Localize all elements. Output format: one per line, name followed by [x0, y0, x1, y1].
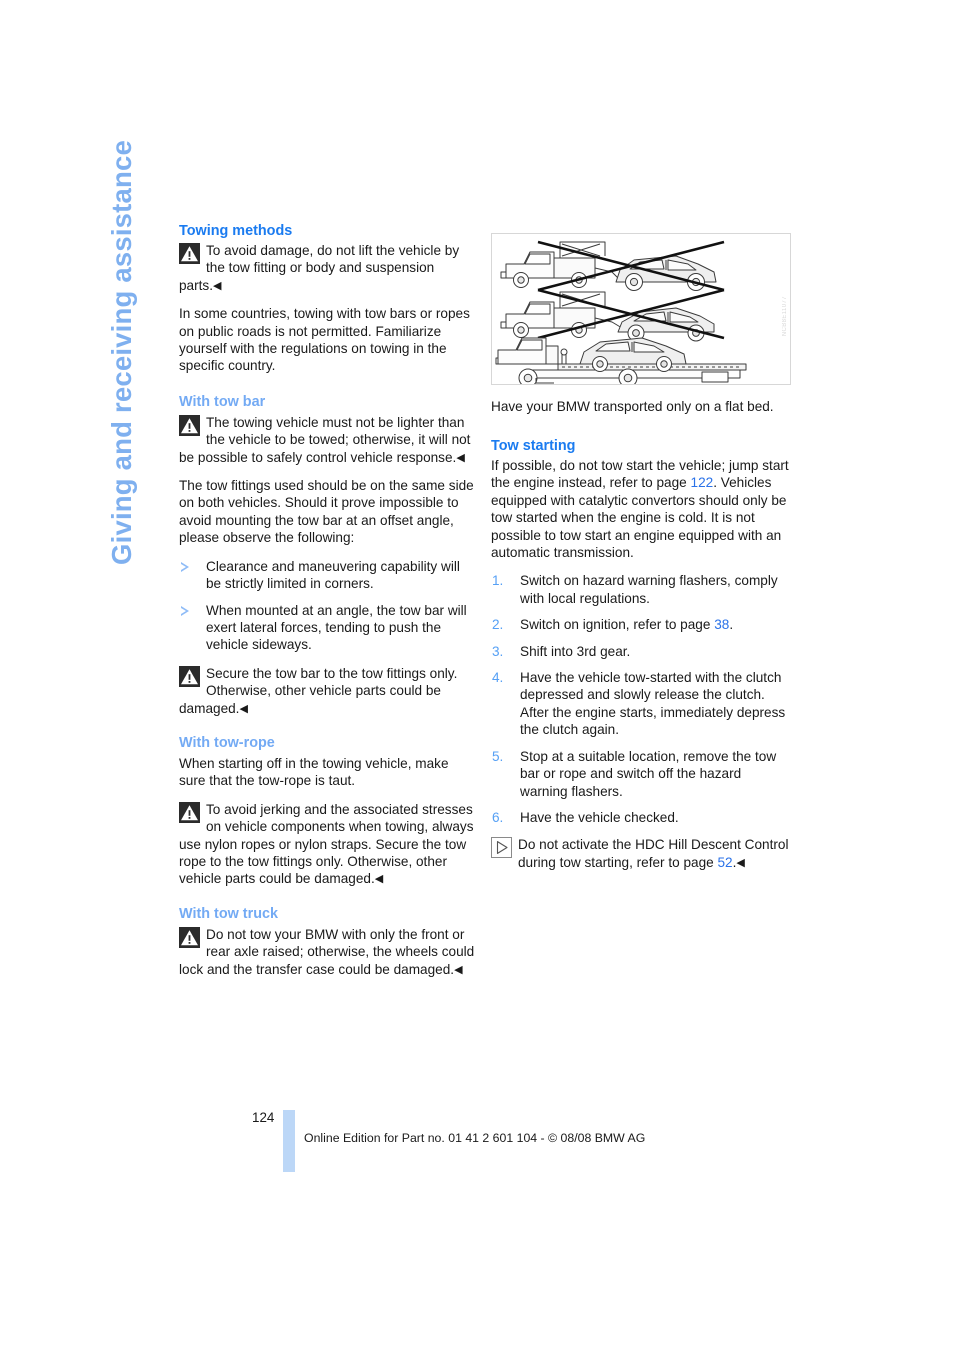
warning-triangle-icon	[179, 414, 200, 436]
list-item: 6. Have the vehicle checked.	[491, 809, 791, 826]
list-item: 2. Switch on ignition, refer to page 38.	[491, 616, 791, 633]
note-text-part-a: Do not activate the HDC Hill Descent Con…	[518, 837, 789, 870]
figure-illustration	[492, 234, 790, 384]
warning-text: To avoid jerking and the associated stre…	[179, 801, 474, 887]
warning-block-nylon-ropes: To avoid jerking and the associated stre…	[179, 801, 475, 888]
folio-accent-bar	[283, 1110, 295, 1172]
chapter-title: Giving and receiving assistance	[106, 140, 137, 565]
list-item: 1. Switch on hazard warning flashers, co…	[491, 572, 791, 607]
page-number: 124	[252, 1110, 275, 1125]
step-number: 4.	[492, 670, 504, 686]
page-reference-122[interactable]: 122	[691, 475, 714, 490]
step-number: 5.	[492, 748, 504, 764]
step-text: Stop at a suitable location, remove the …	[520, 748, 777, 799]
paragraph-tow-start-intro: If possible, do not tow start the vehicl…	[491, 457, 791, 561]
warning-triangle-icon	[179, 665, 200, 687]
end-of-warning-marker: ◀	[454, 963, 463, 976]
end-of-warning-marker: ◀	[213, 279, 222, 292]
list-item: When mounted at an angle, the tow bar wi…	[179, 602, 475, 654]
subheading-with-tow-truck: With tow truck	[179, 905, 278, 922]
step-number: 3.	[492, 643, 504, 659]
step-text: Have the vehicle checked.	[520, 809, 679, 825]
manual-page: Giving and receiving assistance Towing m…	[0, 0, 954, 1350]
page-reference-52[interactable]: 52	[718, 855, 733, 870]
warning-text: Secure the tow bar to the tow fittings o…	[179, 665, 458, 716]
tow-starting-steps: 1. Switch on hazard warning flashers, co…	[491, 572, 791, 826]
heading-tow-starting: Tow starting	[491, 438, 576, 454]
warning-block-towing-vehicle-weight: The towing vehicle must not be lighter t…	[179, 414, 475, 466]
warning-block-axle-raised: Do not tow your BMW with only the front …	[179, 926, 475, 978]
subheading-with-tow-bar: With tow bar	[179, 393, 266, 410]
step-number: 6.	[492, 809, 504, 825]
note-triangle-icon	[491, 837, 512, 859]
end-of-warning-marker: ◀	[456, 451, 465, 464]
right-column: Tow starting If possible, do not tow sta…	[491, 437, 791, 882]
step-number: 2.	[492, 617, 504, 633]
figure-caption: Have your BMW transported only on a flat…	[491, 399, 774, 414]
chapter-rail: Giving and receiving assistance	[106, 140, 160, 780]
list-item-label: When mounted at an angle, the tow bar wi…	[206, 602, 467, 653]
end-of-note-marker: ◀	[736, 856, 745, 869]
list-item: 3. Shift into 3rd gear.	[491, 643, 791, 660]
step-text-part-a: Switch on ignition, refer to page	[520, 617, 715, 633]
end-of-warning-marker: ◀	[374, 873, 384, 886]
list-item: Clearance and maneuvering capability wil…	[179, 558, 475, 593]
subheading-with-tow-rope: With tow-rope	[179, 734, 275, 751]
paragraph-tow-rope-taut: When starting off in the towing vehicle,…	[179, 755, 449, 789]
figure-flat-bed-towing: NCB8E11077	[491, 233, 791, 385]
step-number: 1.	[492, 573, 504, 589]
warning-text: The towing vehicle must not be lighter t…	[179, 414, 471, 465]
step-text: Shift into 3rd gear.	[520, 643, 631, 659]
footer-imprint: Online Edition for Part no. 01 41 2 601 …	[304, 1131, 646, 1145]
list-item-label: Clearance and maneuvering capability wil…	[206, 558, 460, 592]
tow-bar-bullet-list: Clearance and maneuvering capability wil…	[179, 558, 475, 654]
step-text: Switch on hazard warning flashers, compl…	[520, 573, 778, 606]
list-item: 5. Stop at a suitable location, remove t…	[491, 748, 791, 800]
heading-towing-methods: Towing methods	[179, 223, 293, 239]
triangle-bullet-icon	[181, 605, 189, 616]
warning-block-secure-tow-bar: Secure the tow bar to the tow fittings o…	[179, 665, 475, 717]
warning-triangle-icon	[179, 243, 200, 264]
list-item: 4. Have the vehicle tow-started with the…	[491, 669, 791, 739]
end-of-warning-marker: ◀	[239, 702, 248, 715]
step-text-part-b: .	[729, 617, 734, 633]
triangle-bullet-icon	[181, 561, 189, 572]
warning-triangle-icon	[179, 926, 200, 948]
step-text: Have the vehicle tow-started with the cl…	[520, 670, 786, 738]
paragraph-tow-fitting-sides: The tow fittings used should be on the s…	[179, 478, 474, 546]
warning-text: Do not tow your BMW with only the front …	[179, 926, 475, 977]
figure-watermark: NCB8E11077	[782, 296, 788, 337]
left-column: Towing methods To avoid damage, do not l…	[179, 222, 475, 989]
warning-block-lift-vehicle: To avoid damage, do not lift the vehicle…	[179, 242, 475, 294]
paragraph-country-regulations: In some countries, towing with tow bars …	[179, 306, 470, 374]
page-reference-38[interactable]: 38	[714, 617, 729, 632]
warning-triangle-icon	[179, 801, 200, 823]
note-block-hdc: Do not activate the HDC Hill Descent Con…	[491, 836, 791, 871]
